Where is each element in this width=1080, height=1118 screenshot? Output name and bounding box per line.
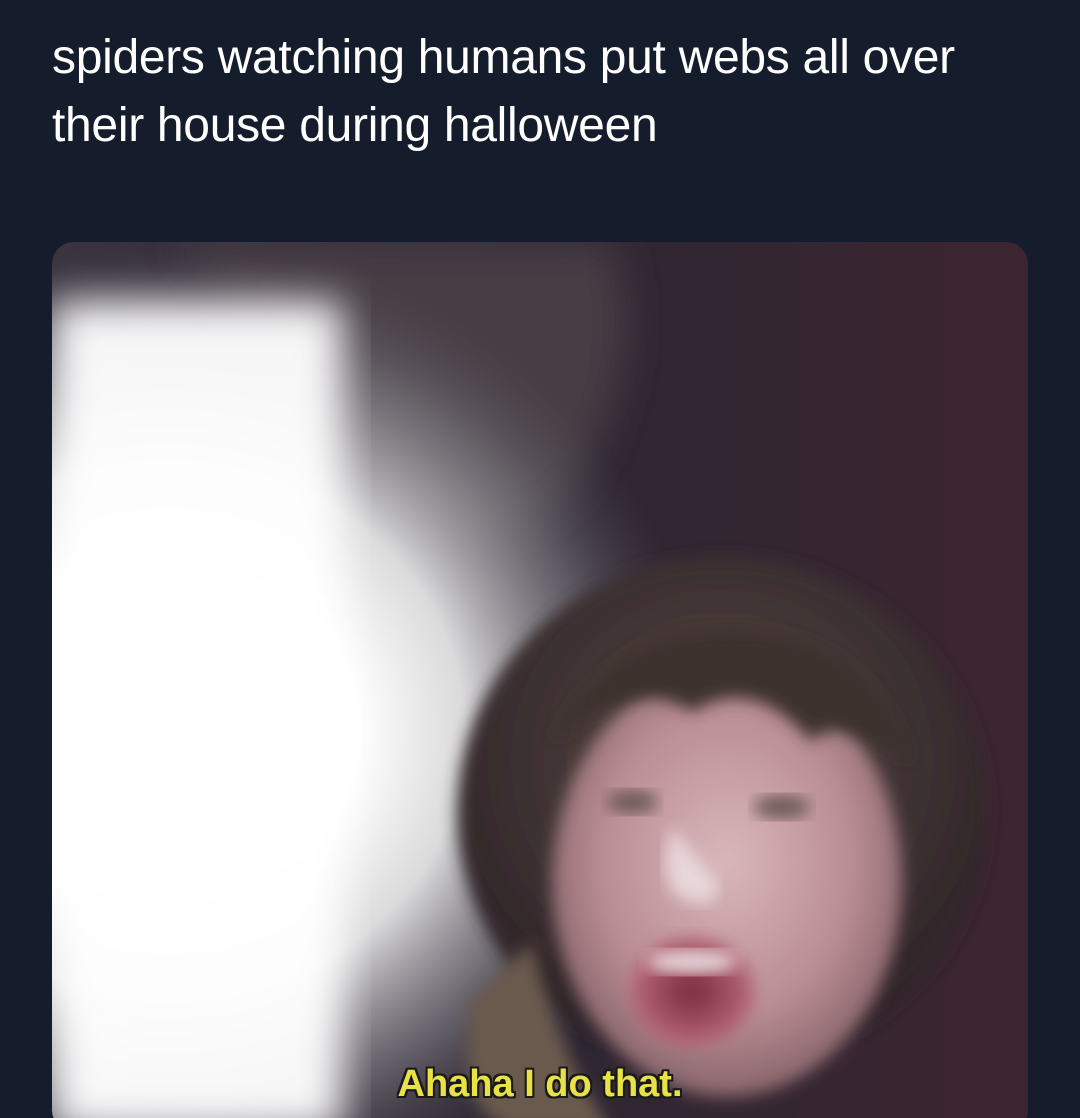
video-subtitle: Ahaha I do that. [397, 1063, 683, 1105]
meme-post: spiders watching humans put webs all ove… [0, 0, 1080, 1118]
video-still-image [52, 242, 1028, 1118]
caption-text: spiders watching humans put webs all ove… [52, 31, 955, 152]
video-frame[interactable]: Ahaha I do that. [52, 242, 1028, 1118]
